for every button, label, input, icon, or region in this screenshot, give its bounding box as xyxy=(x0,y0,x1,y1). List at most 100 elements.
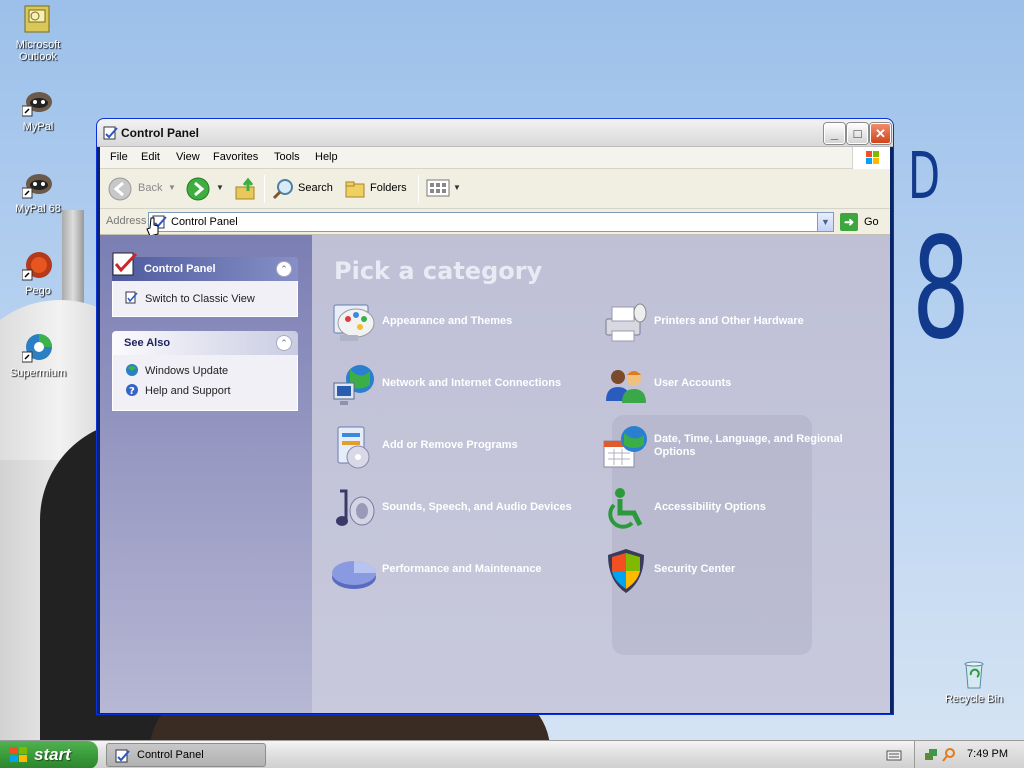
help-support-link[interactable]: ? Help and Support xyxy=(125,383,231,397)
desktop-icon-supermium[interactable]: Supermium xyxy=(0,332,76,379)
category-label: User Accounts xyxy=(654,377,732,389)
help-icon: ? xyxy=(125,383,139,397)
collapse-icon[interactable]: ⌃ xyxy=(276,335,292,351)
desktop-icon-label: MyPal xyxy=(22,121,54,133)
folders-button[interactable]: Folders xyxy=(344,175,414,203)
menu-view[interactable]: View xyxy=(176,151,200,163)
control-panel-panel: Control Panel ⌃ Switch to Classic View xyxy=(112,252,298,317)
switch-classic-view-link[interactable]: Switch to Classic View xyxy=(125,291,255,305)
window-titlebar[interactable]: Control Panel _ □ ✕ xyxy=(97,119,893,147)
category-add-remove-programs[interactable]: Add or Remove Programs xyxy=(330,423,590,475)
control-panel-panel-header[interactable]: Control Panel ⌃ xyxy=(112,252,298,281)
see-also-title: See Also xyxy=(124,337,171,349)
windows-update-icon xyxy=(125,363,139,377)
start-button[interactable]: start xyxy=(0,741,98,768)
forward-button[interactable]: ▼ xyxy=(186,175,230,203)
collapse-icon[interactable]: ⌃ xyxy=(276,261,292,277)
desktop-icon-label: MyPal 68 xyxy=(15,203,61,215)
add-remove-icon xyxy=(330,423,378,471)
minimize-button[interactable]: _ xyxy=(824,123,845,144)
desktop-icon-label: Microsoft Outlook xyxy=(15,39,61,63)
category-accessibility[interactable]: Accessibility Options xyxy=(602,485,862,537)
menu-edit[interactable]: Edit xyxy=(141,151,160,163)
category-appearance-themes[interactable]: Appearance and Themes xyxy=(330,299,590,351)
views-button[interactable]: ▼ xyxy=(426,177,462,201)
main-pane: Pick a category Appearance and Themes Ne… xyxy=(312,235,890,713)
go-button[interactable]: ➜ Go xyxy=(840,213,886,231)
content-area: Control Panel ⌃ Switch to Classic View S… xyxy=(100,235,890,713)
folders-icon xyxy=(344,178,366,203)
address-input[interactable]: Control Panel ▼ xyxy=(148,212,834,232)
performance-icon xyxy=(330,547,378,595)
users-icon xyxy=(602,361,650,409)
category-user-accounts[interactable]: User Accounts xyxy=(602,361,862,413)
search-label: Search xyxy=(298,182,333,194)
clock: 7:49 PM xyxy=(967,748,1008,760)
category-performance-maintenance[interactable]: Performance and Maintenance xyxy=(330,547,590,599)
category-network-internet[interactable]: Network and Internet Connections xyxy=(330,361,590,413)
desktop-icon-mypal68[interactable]: MyPal 68 xyxy=(0,168,76,215)
category-security-center[interactable]: Security Center xyxy=(602,547,862,599)
desktop-icon-mypal[interactable]: MyPal xyxy=(0,86,76,133)
back-button[interactable]: Back ▼ xyxy=(108,175,176,204)
category-date-time-language[interactable]: Date, Time, Language, and Regional Optio… xyxy=(602,423,862,475)
control-panel-icon xyxy=(103,125,119,141)
network-tray-icon[interactable] xyxy=(923,747,939,763)
back-arrow-icon xyxy=(108,177,132,204)
windows-update-link[interactable]: Windows Update xyxy=(125,363,228,377)
back-dropdown-icon: ▼ xyxy=(168,183,176,192)
category-sounds-speech-audio[interactable]: Sounds, Speech, and Audio Devices xyxy=(330,485,590,537)
window-body: File Edit View Favorites Tools Help Back… xyxy=(100,147,890,713)
up-folder-icon xyxy=(234,177,258,204)
maximize-button[interactable]: □ xyxy=(847,123,868,144)
menu-favorites[interactable]: Favorites xyxy=(213,151,258,163)
desktop-icon-label: Recycle Bin xyxy=(944,693,1004,705)
category-label: Date, Time, Language, and Regional Optio… xyxy=(654,433,843,458)
category-printers-hardware[interactable]: Printers and Other Hardware xyxy=(602,299,862,351)
search-tray-icon[interactable] xyxy=(941,747,957,763)
control-panel-icon xyxy=(110,249,140,282)
up-folder-button[interactable] xyxy=(234,177,260,201)
menu-tools[interactable]: Tools xyxy=(274,151,300,163)
menu-file[interactable]: File xyxy=(110,151,128,163)
close-button[interactable]: ✕ xyxy=(870,123,891,144)
address-value: Control Panel xyxy=(171,216,238,228)
appearance-icon xyxy=(330,299,378,347)
desktop-icon-recycle-bin[interactable]: Recycle Bin xyxy=(936,658,1012,705)
outlook-icon xyxy=(22,4,54,36)
maximize-icon: □ xyxy=(853,126,862,141)
see-also-panel-body: Windows Update ? Help and Support xyxy=(112,355,298,411)
category-label: Network and Internet Connections xyxy=(382,377,562,389)
go-label: Go xyxy=(864,216,879,228)
switch-classic-view-label: Switch to Classic View xyxy=(145,293,255,305)
address-dropdown-button[interactable]: ▼ xyxy=(817,213,833,231)
control-panel-window: Control Panel _ □ ✕ File Edit View Favor… xyxy=(96,118,894,715)
wallpaper-number: 8 xyxy=(912,208,970,371)
desktop-icon-label: Pego xyxy=(25,285,51,297)
menu-help[interactable]: Help xyxy=(315,151,338,163)
category-label: Security Center xyxy=(654,563,736,575)
search-button[interactable]: Search xyxy=(272,175,336,203)
taskbar-item-label: Control Panel xyxy=(137,749,204,761)
toolbar-separator xyxy=(264,175,265,203)
mypal-icon xyxy=(21,168,54,200)
control-panel-small-icon xyxy=(125,291,139,305)
see-also-panel-header[interactable]: See Also ⌃ xyxy=(112,331,298,355)
menu-bar: File Edit View Favorites Tools Help xyxy=(100,147,890,169)
desktop-icon-outlook[interactable]: Microsoft Outlook xyxy=(0,4,76,63)
keyboard-icon[interactable] xyxy=(886,747,902,763)
back-label: Back xyxy=(138,182,163,194)
pick-category-heading: Pick a category xyxy=(334,257,543,285)
windows-logo-icon xyxy=(10,747,28,763)
svg-text:?: ? xyxy=(129,386,135,397)
supermium-icon xyxy=(21,332,54,364)
taskbar-item-control-panel[interactable]: Control Panel xyxy=(106,743,266,767)
toolbar-separator xyxy=(418,175,419,203)
taskbar: start Control Panel 7:49 PM xyxy=(0,740,1024,768)
desktop-icon-pego[interactable]: Pego xyxy=(0,250,76,297)
shield-icon xyxy=(602,547,650,595)
mypal-icon xyxy=(21,86,54,118)
printer-icon xyxy=(602,299,650,347)
category-label: Performance and Maintenance xyxy=(382,563,542,575)
network-icon xyxy=(330,361,378,409)
